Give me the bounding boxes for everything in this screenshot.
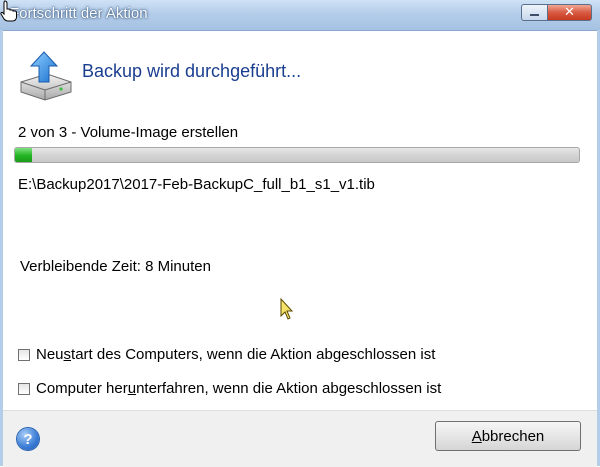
help-icon[interactable]: ? — [17, 428, 39, 450]
step-label: 2 von 3 - Volume-Image erstellen — [18, 124, 239, 141]
minimize-icon — [530, 14, 539, 16]
progress-bar — [14, 147, 580, 163]
status-heading: Backup wird durchgeführt... — [82, 61, 302, 81]
window-title: Fortschritt der Aktion — [10, 5, 148, 22]
arrow-cursor-icon — [280, 298, 294, 320]
restart-option[interactable]: Neustart des Computers, wenn die Aktion … — [18, 346, 435, 363]
minimize-button[interactable] — [521, 4, 548, 21]
remaining-time: Verbleibende Zeit: 8 Minuten — [20, 258, 211, 275]
dialog-footer: ? Abbrechen — [3, 410, 597, 467]
restart-checkbox[interactable] — [18, 348, 30, 361]
shutdown-checkbox[interactable] — [18, 382, 30, 395]
close-button[interactable]: ✕ — [548, 4, 592, 21]
backup-disk-upload-icon — [20, 51, 72, 101]
progress-fill — [15, 148, 32, 162]
shutdown-option[interactable]: Computer herunterfahren, wenn die Aktion… — [18, 380, 441, 397]
cancel-button[interactable]: Abbrechen — [435, 421, 581, 451]
shutdown-label: Computer herunterfahren, wenn die Aktion… — [36, 380, 442, 397]
hand-cursor-icon — [0, 0, 17, 22]
restart-label: Neustart des Computers, wenn die Aktion … — [36, 346, 436, 363]
title-bar[interactable]: Fortschritt der Aktion ✕ — [0, 0, 600, 31]
window-frame-left — [0, 30, 3, 466]
close-icon: ✕ — [564, 5, 575, 20]
file-path: E:\Backup2017\2017-Feb-BackupC_full_b1_s… — [18, 176, 375, 193]
